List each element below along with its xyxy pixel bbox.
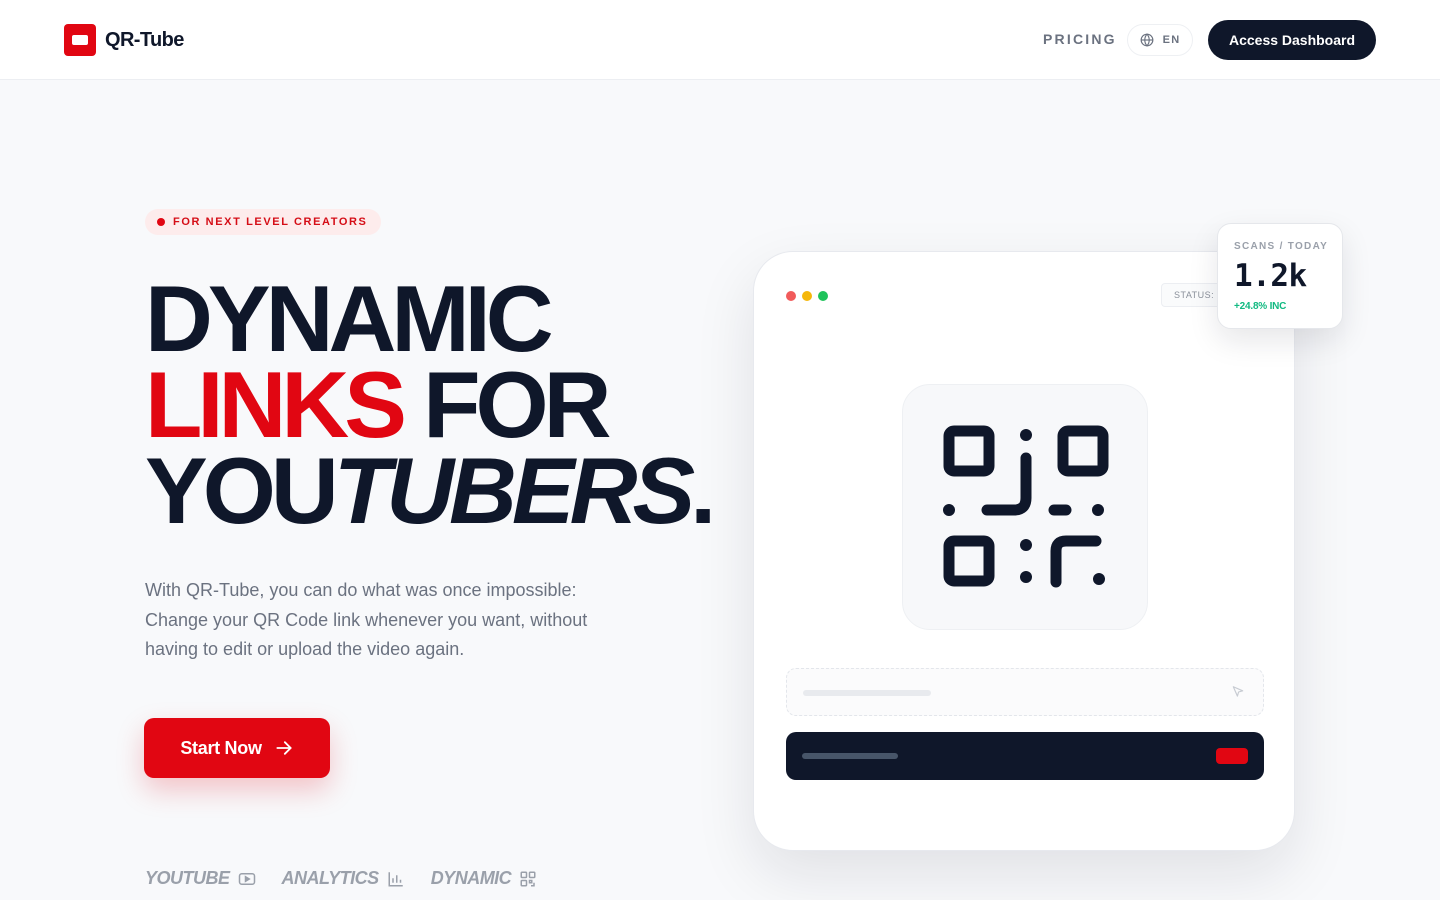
update-link-bar[interactable] — [786, 732, 1264, 780]
badge-dot-icon — [157, 218, 165, 226]
access-dashboard-button[interactable]: Access Dashboard — [1208, 20, 1376, 60]
language-label: EN — [1162, 34, 1181, 46]
headline-line-3-end: . — [690, 438, 716, 543]
start-now-label: Start Now — [180, 737, 262, 758]
headline-line-3: YOUTUBERS. — [145, 444, 716, 538]
feature-analytics: ANALYTICS — [282, 868, 405, 889]
language-switcher[interactable]: EN — [1127, 24, 1193, 56]
hero-headline: DYNAMIC LINKS FOR YOUTUBERS. — [145, 266, 716, 538]
qr-code-icon — [943, 425, 1109, 588]
arrow-right-icon — [276, 741, 292, 755]
scans-stat-card: SCANS / TODAY 1.2k +24.8% INC — [1217, 223, 1343, 329]
logo-mark-icon — [64, 24, 96, 56]
start-now-button[interactable]: Start Now — [144, 718, 330, 778]
link-input-field[interactable] — [786, 668, 1264, 716]
app-preview-card: STATUS: — [753, 251, 1295, 851]
close-dot-icon — [786, 291, 796, 301]
feature-youtube: YOUTUBE — [145, 868, 256, 889]
globe-icon — [1140, 33, 1154, 47]
feature-label: YOUTUBE — [145, 868, 230, 888]
feature-label: ANALYTICS — [281, 868, 380, 888]
action-indicator — [1216, 748, 1248, 764]
bar-chart-icon — [388, 871, 403, 886]
headline-line-3-italic: TUBERS — [333, 438, 695, 543]
minimize-dot-icon — [802, 291, 812, 301]
badge-text: FOR NEXT LEVEL CREATORS — [173, 216, 368, 228]
nav-link-pricing[interactable]: PRICING — [1043, 31, 1117, 47]
feature-label: DYNAMIC — [430, 868, 512, 888]
headline-line-2: LINKS FOR — [145, 358, 711, 452]
qr-code-preview — [902, 384, 1148, 630]
play-icon — [238, 872, 255, 885]
feature-list: YOUTUBE ANALYTICS DYNAMIC — [145, 868, 537, 889]
hero-badge: FOR NEXT LEVEL CREATORS — [145, 209, 382, 235]
action-placeholder-bar — [802, 753, 898, 759]
headline-line-1: DYNAMIC — [145, 266, 554, 371]
logo[interactable]: QR-Tube — [64, 24, 184, 56]
window-controls — [786, 291, 828, 301]
maximize-dot-icon — [818, 291, 828, 301]
feature-dynamic: DYNAMIC — [431, 868, 538, 889]
logo-text: QR-Tube — [105, 28, 184, 51]
cursor-pointer-icon — [1232, 686, 1244, 697]
input-placeholder-bar — [803, 690, 931, 696]
top-navbar: QR-Tube PRICING EN Access Dashboard — [0, 0, 1440, 80]
stat-change: +24.8% INC — [1234, 301, 1287, 312]
stat-label: SCANS / TODAY — [1234, 241, 1329, 252]
stat-value: 1.2k — [1234, 258, 1307, 294]
hero-description: With QR-Tube, you can do what was once i… — [145, 580, 588, 659]
qr-code-icon — [520, 871, 536, 886]
headline-line-3-plain: YOU — [145, 438, 339, 543]
